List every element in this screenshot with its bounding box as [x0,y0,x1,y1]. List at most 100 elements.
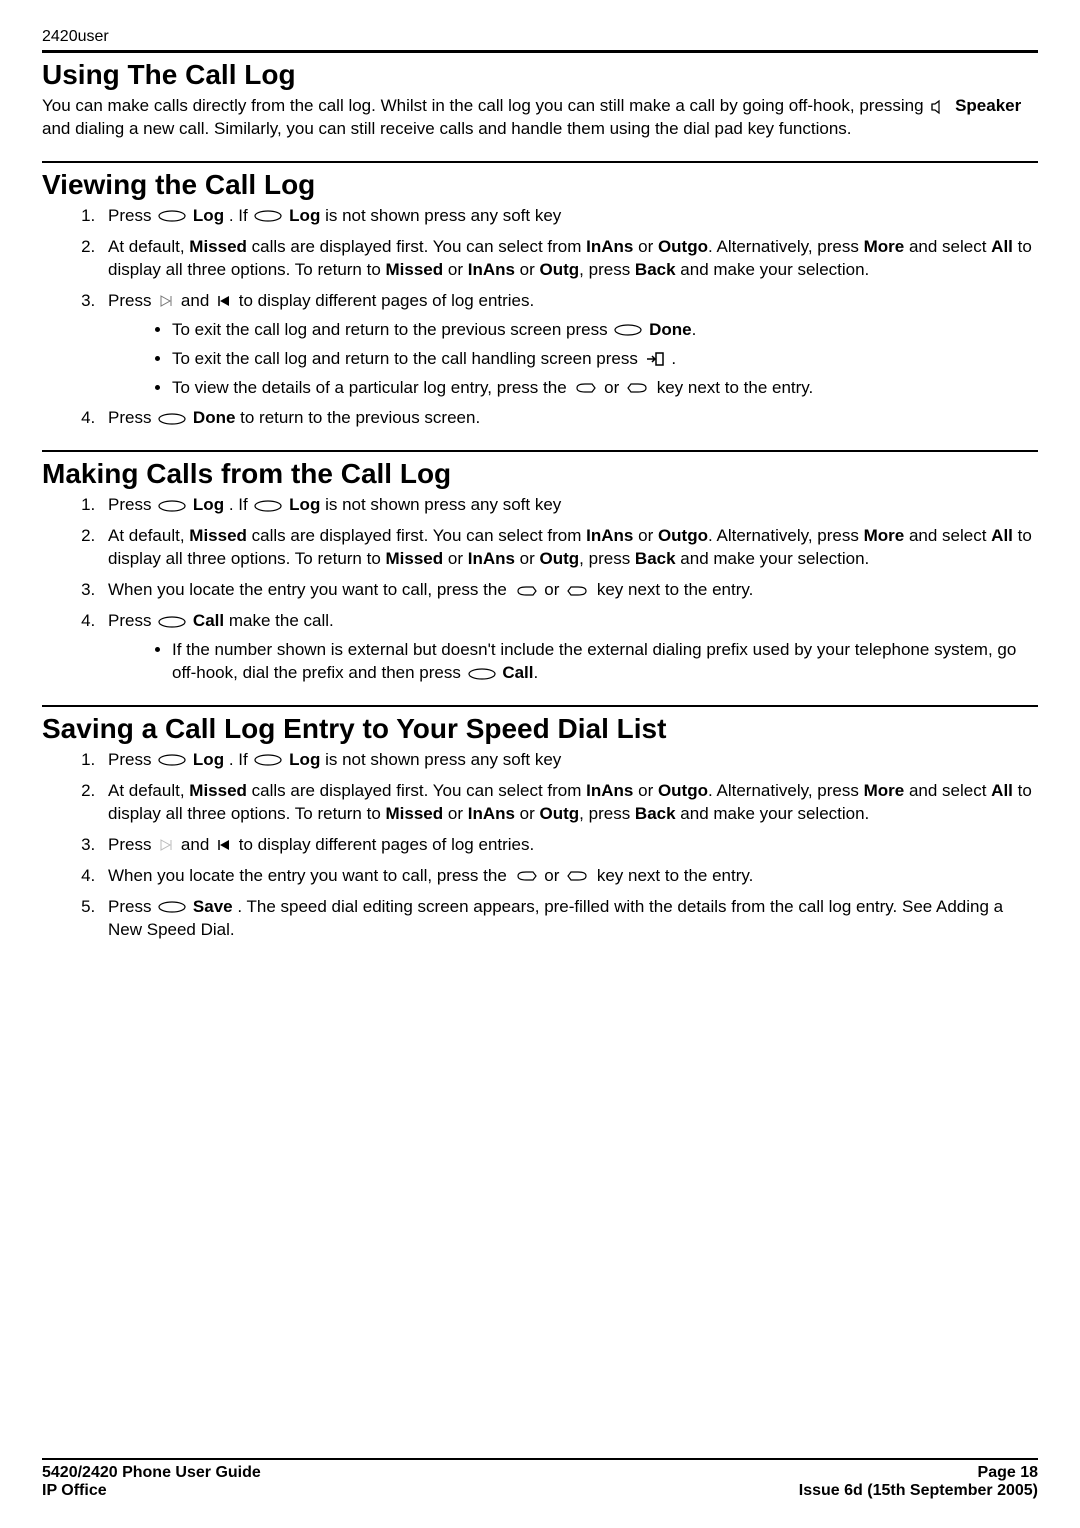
log-label: Log [289,750,320,769]
text: Outg [540,804,580,823]
text: InAns [586,781,633,800]
speaker-icon [930,99,948,115]
text: , press [579,804,635,823]
key-right-icon [514,869,538,883]
text: to return to the previous screen. [240,408,480,427]
softkey-icon [158,753,186,767]
text: To exit the call log and return to the p… [172,320,612,339]
softkey-icon [254,753,282,767]
text: When you locate the entry you want to ca… [108,580,512,599]
text: Missed [189,781,247,800]
text: Missed [386,260,444,279]
text: , press [579,549,635,568]
text: Back [635,804,676,823]
softkey-icon [158,615,186,629]
text: . [692,320,697,339]
text: to display different pages of log entrie… [239,835,534,854]
text: You can make calls directly from the cal… [42,96,928,115]
text: Done [193,408,236,427]
text: and [181,835,214,854]
footer-left-2: IP Office [42,1482,107,1500]
intro-paragraph: You can make calls directly from the cal… [42,95,1038,141]
log-label: Log [289,495,320,514]
key-right-icon [514,584,538,598]
text: Back [635,260,676,279]
text: All [991,781,1013,800]
text: key next to the entry. [597,866,754,885]
text: . Alternatively, press [708,781,864,800]
list-item: When you locate the entry you want to ca… [100,579,1038,602]
text: Press [108,408,156,427]
text: At default, [108,526,189,545]
text: Call [193,611,224,630]
text: or [544,580,564,599]
list-item: At default, Missed calls are displayed f… [100,236,1038,282]
text: and make your selection. [676,260,870,279]
text: At default, [108,781,189,800]
page-left-icon [216,838,232,852]
text: or [633,781,658,800]
text: or [443,804,468,823]
divider [42,161,1038,163]
text: Outgo [658,526,708,545]
text: To view the details of a particular log … [172,378,571,397]
list-item: Press Log . If Log is not shown press an… [100,749,1038,772]
text: and make your selection. [676,804,870,823]
text: and select [904,526,991,545]
list-item: To exit the call log and return to the c… [172,348,1038,371]
text: is not shown press any soft key [325,495,561,514]
text: is not shown press any soft key [325,750,561,769]
log-label: Log [289,206,320,225]
text: is not shown press any soft key [325,206,561,225]
text: and select [904,781,991,800]
list-item: Press Log . If Log is not shown press an… [100,494,1038,517]
text: or [515,804,540,823]
key-left-icon [566,869,590,883]
text: or [633,237,658,256]
text: . If [229,206,253,225]
text: or [604,378,624,397]
text: InAns [586,526,633,545]
text: and [181,291,214,310]
text: . The speed dial editing screen appears,… [108,897,1003,939]
text: calls are displayed first. You can selec… [247,526,586,545]
text: . [671,349,676,368]
text: make the call. [229,611,334,630]
text: Missed [386,549,444,568]
section-title-viewing: Viewing the Call Log [42,169,1038,201]
text: Press [108,835,156,854]
text: To exit the call log and return to the c… [172,349,643,368]
list-item: To exit the call log and return to the p… [172,319,1038,342]
footer-right-2: Issue 6d (15th September 2005) [799,1482,1038,1500]
key-left-icon [626,381,650,395]
text: or [633,526,658,545]
text: Press [108,611,156,630]
text: All [991,237,1013,256]
page-right-icon [158,294,174,308]
list-item: If the number shown is external but does… [172,639,1038,685]
text: InAns [468,260,515,279]
text: At default, [108,237,189,256]
text: More [864,237,905,256]
text: Back [635,549,676,568]
text: More [864,526,905,545]
page-footer: 5420/2420 Phone User Guide Page 18 IP Of… [42,1458,1038,1500]
text: . If [229,750,253,769]
text: Call [502,663,533,682]
list-item: Press Save . The speed dial editing scre… [100,896,1038,942]
list-item: To view the details of a particular log … [172,377,1038,400]
text: Press [108,897,156,916]
text: and select [904,237,991,256]
page-left-icon [216,294,232,308]
key-right-icon [573,381,597,395]
section-title-saving: Saving a Call Log Entry to Your Speed Di… [42,713,1038,745]
list-item: At default, Missed calls are displayed f… [100,780,1038,826]
text: If the number shown is external but does… [172,640,1016,682]
text: key next to the entry. [657,378,814,397]
text: More [864,781,905,800]
sub-bullets: To exit the call log and return to the p… [108,319,1038,400]
list-item: Press Call make the call. If the number … [100,610,1038,685]
footer-right-1: Page 18 [978,1464,1038,1482]
divider [42,450,1038,452]
list-item: Press Done to return to the previous scr… [100,407,1038,430]
